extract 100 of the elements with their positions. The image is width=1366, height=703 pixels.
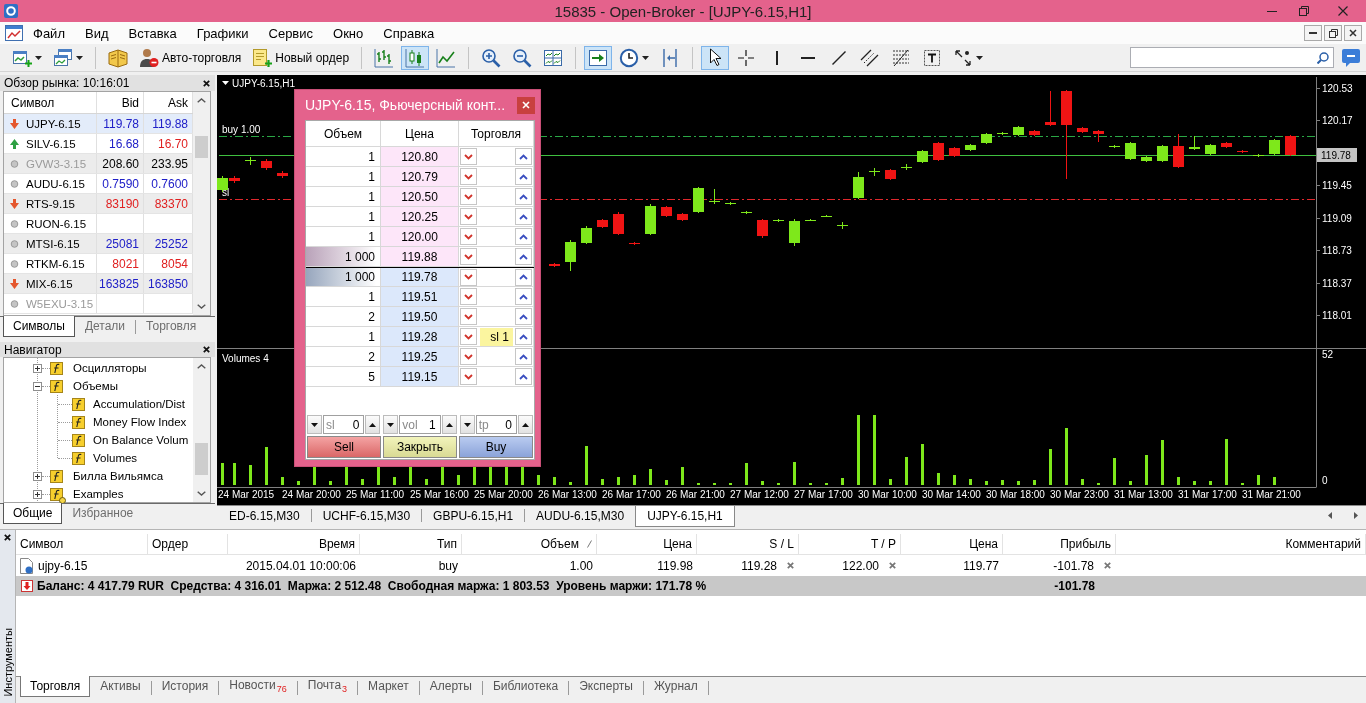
market-row[interactable]: RTS-9.15 83190 83370 (4, 194, 193, 214)
panel-tab[interactable]: Почта$_{3}$ (297, 676, 358, 697)
chevron-down-button[interactable] (460, 348, 477, 365)
autotrading-button[interactable]: Авто-торговля (135, 45, 246, 70)
panel-tab[interactable]: Символы (3, 316, 75, 337)
input-field[interactable]: vol 1 (399, 415, 441, 434)
chevron-down-button[interactable] (460, 168, 477, 185)
chevron-up-button[interactable] (515, 268, 532, 286)
plus-box-icon[interactable] (33, 363, 42, 373)
decrease-button[interactable] (459, 415, 475, 434)
column-header[interactable]: S / L (697, 534, 799, 555)
chevron-up-button[interactable] (515, 168, 532, 185)
close-order-button[interactable]: Закрыть (383, 436, 457, 458)
column-header[interactable]: Bid (97, 92, 144, 113)
column-header[interactable]: Символ (4, 92, 97, 113)
decrease-button[interactable] (383, 415, 399, 434)
scrollbar-thumb[interactable] (195, 136, 208, 158)
menu-item[interactable]: Вид (74, 23, 119, 43)
chevron-up-button[interactable] (515, 208, 532, 225)
menu-item[interactable]: Сервис (258, 23, 324, 43)
decrease-button[interactable] (307, 415, 322, 434)
chevron-up-button[interactable] (515, 308, 532, 325)
menu-item[interactable]: Графики (186, 23, 259, 43)
market-row[interactable]: UJPY-6.15 119.78 119.88 (4, 114, 193, 134)
close-icon[interactable] (203, 79, 210, 87)
column-header[interactable]: Тип (360, 534, 462, 555)
increase-button[interactable] (365, 415, 381, 434)
column-header[interactable]: T / P (799, 534, 901, 555)
chevron-down-button[interactable] (460, 188, 477, 205)
close-icon[interactable] (203, 346, 210, 353)
panel-tab[interactable]: Детали (74, 317, 136, 336)
panel-tab[interactable]: Активы (90, 676, 151, 697)
chevron-down-button[interactable] (460, 288, 477, 305)
menu-item[interactable]: Файл (23, 23, 75, 43)
column-header[interactable]: Время (228, 534, 360, 555)
minimize-button[interactable] (1304, 25, 1322, 41)
panel-tab[interactable]: История (151, 676, 219, 697)
chevron-up-button[interactable] (515, 228, 532, 245)
chart-tab[interactable]: UJPY-6.15,H1 (635, 506, 735, 527)
market-row[interactable]: MIX-6.15 163825 163850 (4, 274, 193, 294)
panel-tab[interactable]: Новости$_{76}$ (219, 676, 297, 697)
chevron-up-button[interactable] (515, 148, 532, 165)
increase-button[interactable] (441, 415, 457, 434)
search-field[interactable] (1130, 47, 1334, 68)
tree-item[interactable]: Билла Вильямса (73, 470, 164, 482)
column-header[interactable]: Ордер (148, 534, 228, 555)
buy-button[interactable]: Buy (459, 436, 533, 458)
column-header[interactable]: Комментарий (1116, 534, 1366, 555)
chevron-down-button[interactable] (460, 248, 477, 265)
panel-tab[interactable]: Эксперты (569, 676, 643, 697)
autoscroll-button[interactable] (584, 45, 613, 70)
panel-tab[interactable]: Маркет (358, 676, 419, 697)
column-header[interactable]: Прибыль (1003, 534, 1116, 555)
chevron-up-button[interactable] (515, 328, 532, 345)
triangle-right-icon[interactable] (1354, 512, 1358, 519)
chevron-up-button[interactable] (515, 248, 532, 265)
tree-item[interactable]: Money Flow Index (93, 416, 187, 428)
menu-item[interactable]: Окно (323, 23, 374, 43)
chat-icon[interactable] (1341, 47, 1361, 68)
chevron-down-icon[interactable] (197, 491, 206, 496)
increase-button[interactable] (518, 415, 533, 434)
chevron-up-button[interactable] (515, 348, 532, 365)
chevron-down-button[interactable] (460, 308, 477, 325)
menu-item[interactable]: Вставка (118, 23, 187, 43)
tree-item[interactable]: On Balance Volum (93, 434, 189, 446)
tree-item[interactable]: Volumes (93, 452, 138, 464)
plus-box-icon[interactable] (33, 471, 42, 481)
plus-box-icon[interactable] (33, 489, 42, 499)
triangle-left-icon[interactable] (1328, 512, 1332, 519)
panel-tab[interactable]: Торговля (136, 317, 207, 336)
panel-tab[interactable]: Журнал (643, 676, 708, 697)
tree-item[interactable]: Объемы (73, 380, 118, 392)
panel-tab[interactable]: Торговля (20, 676, 91, 697)
scrollbar-thumb[interactable] (195, 443, 208, 475)
panel-tab[interactable]: Общие (3, 503, 63, 524)
close-button[interactable] (517, 96, 535, 114)
panel-tab[interactable]: Алерты (419, 676, 482, 697)
chevron-down-button[interactable] (460, 328, 477, 345)
chevron-down-button[interactable] (460, 228, 477, 245)
chevron-down-icon[interactable] (197, 304, 206, 309)
market-row[interactable]: MTSI-6.15 25081 25252 (4, 234, 193, 254)
chevron-down-button[interactable] (460, 268, 477, 286)
candlestick-button[interactable] (401, 45, 430, 70)
chevron-up-icon[interactable] (197, 98, 206, 103)
chevron-up-button[interactable] (515, 288, 532, 305)
chevron-down-button[interactable] (460, 148, 477, 165)
input-field[interactable]: sl 0 (323, 415, 365, 434)
new-order-button[interactable]: Новый ордер (248, 45, 354, 70)
chevron-down-button[interactable] (460, 208, 477, 225)
close-button[interactable] (1344, 25, 1362, 41)
chevron-up-button[interactable] (515, 368, 532, 385)
tree-item[interactable]: Accumulation/Dist (93, 398, 186, 410)
panel-tab[interactable]: Библиотека (482, 676, 569, 697)
tree-item[interactable]: Осцилляторы (73, 362, 147, 374)
column-header[interactable]: Объем (462, 534, 597, 555)
chevron-up-icon[interactable] (197, 364, 206, 369)
menu-item[interactable]: Справка (373, 23, 445, 43)
column-header[interactable]: Цена (901, 534, 1003, 555)
column-header[interactable]: Символ (16, 534, 148, 555)
chevron-down-button[interactable] (460, 368, 477, 385)
